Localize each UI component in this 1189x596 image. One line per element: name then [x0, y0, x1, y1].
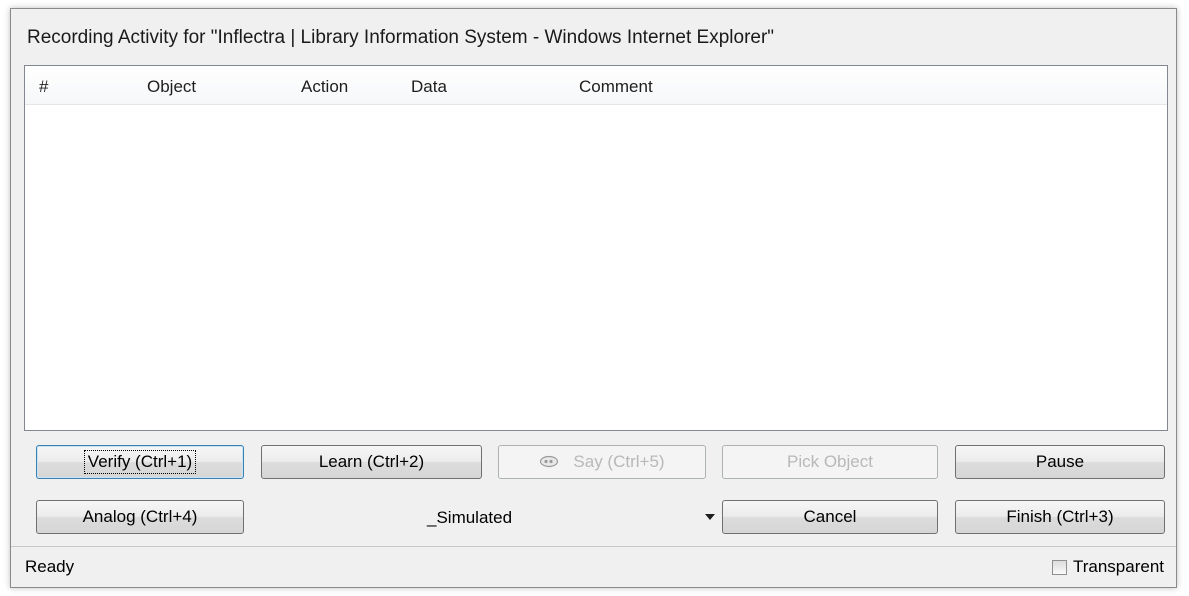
- column-header-action[interactable]: Action: [301, 77, 348, 97]
- recording-activity-window: Recording Activity for "Inflectra | Libr…: [10, 8, 1177, 588]
- status-text: Ready: [25, 557, 75, 576]
- pause-button-label: Pause: [1035, 452, 1085, 471]
- verify-button-label: Verify (Ctrl+1): [83, 450, 197, 474]
- window-title: Recording Activity for "Inflectra | Libr…: [27, 27, 775, 48]
- transparent-checkbox[interactable]: Transparent: [1051, 557, 1164, 577]
- list-body[interactable]: [25, 105, 1167, 430]
- pause-button[interactable]: Pause: [955, 445, 1165, 479]
- column-header-comment[interactable]: Comment: [579, 77, 653, 97]
- finish-button-label: Finish (Ctrl+3): [1006, 507, 1114, 526]
- verify-button[interactable]: Verify (Ctrl+1): [36, 445, 244, 479]
- analog-button-label: Analog (Ctrl+4): [82, 507, 198, 526]
- mode-select-value: _Simulated: [427, 508, 513, 527]
- checkbox-box[interactable]: [1051, 559, 1067, 575]
- column-header-object[interactable]: Object: [147, 77, 196, 97]
- pick-object-button-label: Pick Object: [787, 452, 873, 471]
- learn-button[interactable]: Learn (Ctrl+2): [261, 445, 482, 479]
- say-button[interactable]: Say (Ctrl+5): [498, 445, 706, 479]
- column-header-data[interactable]: Data: [411, 77, 447, 97]
- chevron-down-icon[interactable]: [705, 514, 715, 520]
- finish-button[interactable]: Finish (Ctrl+3): [955, 500, 1165, 534]
- status-bar: Ready Transparent: [11, 546, 1176, 587]
- speech-bubble-icon: [539, 455, 559, 469]
- say-button-label: Say (Ctrl+5): [573, 452, 665, 471]
- mode-select[interactable]: _Simulated: [259, 500, 725, 534]
- cancel-button[interactable]: Cancel: [722, 500, 938, 534]
- learn-button-label: Learn (Ctrl+2): [318, 452, 425, 471]
- list-header: # Object Action Data Comment: [25, 66, 1167, 105]
- pick-object-button[interactable]: Pick Object: [722, 445, 938, 479]
- activity-list[interactable]: # Object Action Data Comment: [24, 65, 1168, 431]
- analog-button[interactable]: Analog (Ctrl+4): [36, 500, 244, 534]
- transparent-label: Transparent: [1072, 557, 1164, 576]
- cancel-button-label: Cancel: [803, 507, 857, 526]
- column-header-number[interactable]: #: [39, 77, 48, 97]
